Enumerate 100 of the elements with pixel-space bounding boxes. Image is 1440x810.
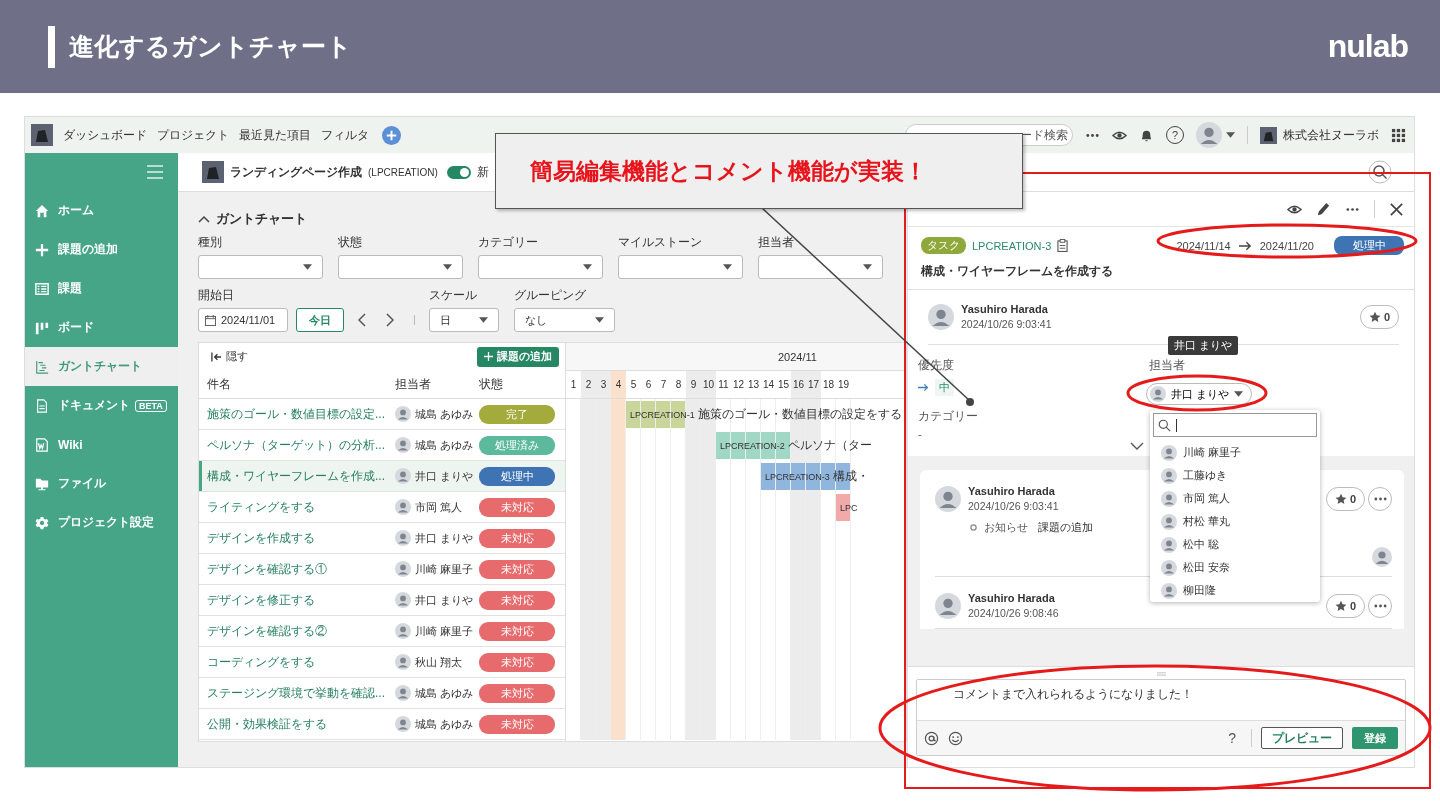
day-label: 2 [581,371,596,398]
assignee-name: 城島 あゆみ [415,437,474,453]
issue-title-link[interactable]: ペルソナ（ターゲット）の分析... [207,437,385,452]
status-badge: 未対応 [479,559,555,579]
hide-link[interactable]: 隠す [211,349,248,364]
dropdown-option[interactable]: 工藤ゆき [1153,464,1317,487]
issue-title-link[interactable]: デザインを確認する① [207,561,327,576]
section-title: ガントチャート [216,210,307,228]
assignee-tooltip: 井口 まりや [1168,336,1239,355]
category-value[interactable]: - [918,428,1149,440]
project-key: (LPCREATION) [368,166,438,178]
field-label: 開始日 [198,287,235,304]
comment-input[interactable]: コメントまで入れられるようになりました！ [917,680,1405,720]
dropdown-option[interactable]: 市岡 篤人 [1153,487,1317,510]
status-badge: 未対応 [479,528,555,548]
status-badge: 未対応 [479,621,555,641]
priority-value[interactable]: 中 [935,379,954,396]
table-row[interactable]: デザインを確認する① 川崎 麻里子 未対応 [199,554,565,585]
filter-label: 種別 [198,234,223,251]
status-badge: 未対応 [479,683,555,703]
assignee-name: 城島 あゆみ [415,685,474,701]
status-badge: 完了 [479,404,555,424]
issue-title-link[interactable]: 構成・ワイヤーフレームを作成... [207,468,385,483]
status-badge: 処理中 [479,466,555,486]
assignee-name: 川崎 麻里子 [415,561,474,577]
dropdown-option[interactable]: 村松 華丸 [1153,510,1317,533]
field-label: カテゴリー [918,408,979,425]
issue-title-link[interactable]: ステージング環境で挙動を確認... [207,685,385,700]
submit-button[interactable]: 登録 [1352,727,1398,749]
table-row[interactable]: 公開・効果検証をする 城島 あゆみ 未対応 [199,709,565,740]
project-name: ランディングページ作成 [230,163,362,181]
issue-title-link[interactable]: コーディングをする [207,654,315,669]
filter-label: 状態 [338,234,363,251]
status-badge: 未対応 [479,497,555,517]
bar-key: LPCREATION-1 [630,409,695,420]
issue-title-link[interactable]: ライティングをする [207,499,315,514]
bar-key: LPCREATION-3 [765,471,830,482]
issue-type-tag: タスク [921,237,966,254]
nav-link[interactable]: 最近見た項目 [239,126,311,144]
day-label: 17 [806,371,821,398]
field-label: 優先度 [918,357,955,374]
assignee-name: 井口 まりや [415,530,474,546]
author-name: Yasuhiro Harada [968,592,1056,604]
table-row[interactable]: デザインを修正する 井口 まりや 未対応 [199,585,565,616]
table-row[interactable]: コーディングをする 秋山 翔太 未対応 [199,647,565,678]
star-button[interactable]: 0 [1325,486,1365,511]
start-date[interactable]: 2024/11/14 [1176,239,1231,252]
table-row[interactable]: 構成・ワイヤーフレームを作成... 井口 まりや 処理中 [199,461,565,492]
assignee-name: 川崎 麻里子 [415,623,474,639]
bar-title: ペルソナ（ター [787,437,872,454]
nav-link[interactable]: フィルタ [321,126,369,144]
day-label: 3 [596,371,611,398]
due-date[interactable]: 2024/11/20 [1259,239,1314,252]
dropdown-option[interactable]: 川崎 麻里子 [1153,441,1317,464]
star-button[interactable]: 0 [1325,593,1365,618]
table-row[interactable]: ステージング環境で挙動を確認... 城島 あゆみ 未対応 [199,678,565,709]
issue-title-link[interactable]: デザインを確認する② [207,623,327,638]
timestamp: 2024/10/26 9:03:41 [968,500,1059,512]
organization-name[interactable]: 株式会社ヌーラボ [1283,126,1379,144]
issue-title-link[interactable]: デザインを修正する [207,592,315,607]
change-label: お知らせ [984,520,1028,535]
status-badge: 処理済み [479,435,555,455]
bar-key: LPC [840,502,858,513]
column-header: 件名 [206,375,232,393]
issue-key[interactable]: LPCREATION-3 [972,239,1052,252]
issue-title-link[interactable]: 施策のゴール・数値目標の設定... [207,406,385,421]
column-header: 状態 [479,375,504,393]
star-button[interactable]: 0 [1359,304,1399,329]
slide-title: 進化するガントチャート [69,31,352,62]
issue-title: 構成・ワイヤーフレームを作成する [908,255,1414,290]
dropdown-option[interactable]: 松田 安奈 [1153,556,1317,579]
assignee-name: 井口 まりや [415,592,474,608]
nav-link[interactable]: プロジェクト [157,126,229,144]
table-row[interactable]: ライティングをする 市岡 篤人 未対応 [199,492,565,523]
day-label: 16 [791,371,806,398]
nav-link[interactable]: ダッシュボード [63,126,147,144]
day-label: 10 [701,371,716,398]
table-row[interactable]: デザインを確認する② 川崎 麻里子 未対応 [199,616,565,647]
date-field[interactable]: 2024/11/01 [198,308,288,332]
today-button[interactable]: 今日 [296,308,344,332]
issue-title-link[interactable]: デザインを作成する [207,530,315,545]
grouping-select[interactable]: なし [514,308,615,332]
dropdown-option[interactable]: 柳田隆 [1153,579,1317,602]
day-label: 4 [611,371,626,398]
table-row[interactable]: デザインを作成する 井口 まりや 未対応 [199,523,565,554]
preview-button[interactable]: プレビュー [1261,727,1343,749]
toggle-label: 新 [476,163,489,181]
table-row[interactable]: 施策のゴール・数値目標の設定... 城島 あゆみ 完了 [199,399,565,430]
dropdown-option[interactable]: 松中 聡 [1153,533,1317,556]
assignee-name: 城島 あゆみ [415,406,474,422]
author-name: Yasuhiro Harada [961,303,1049,315]
assignee-name: 城島 あゆみ [415,716,474,732]
issue-title-link[interactable]: 公開・効果検証をする [207,716,327,731]
filter-label: マイルストーン [618,234,703,251]
assignee-name: 秋山 翔太 [415,654,463,670]
add-issue-button[interactable]: 課題の追加 [477,346,559,367]
help-icon[interactable]: ? [1228,730,1236,746]
bar-title: 構成・ [832,468,869,485]
assignee-select[interactable]: 井口 まりや [1146,383,1253,405]
scale-select[interactable]: 日 [429,308,499,332]
